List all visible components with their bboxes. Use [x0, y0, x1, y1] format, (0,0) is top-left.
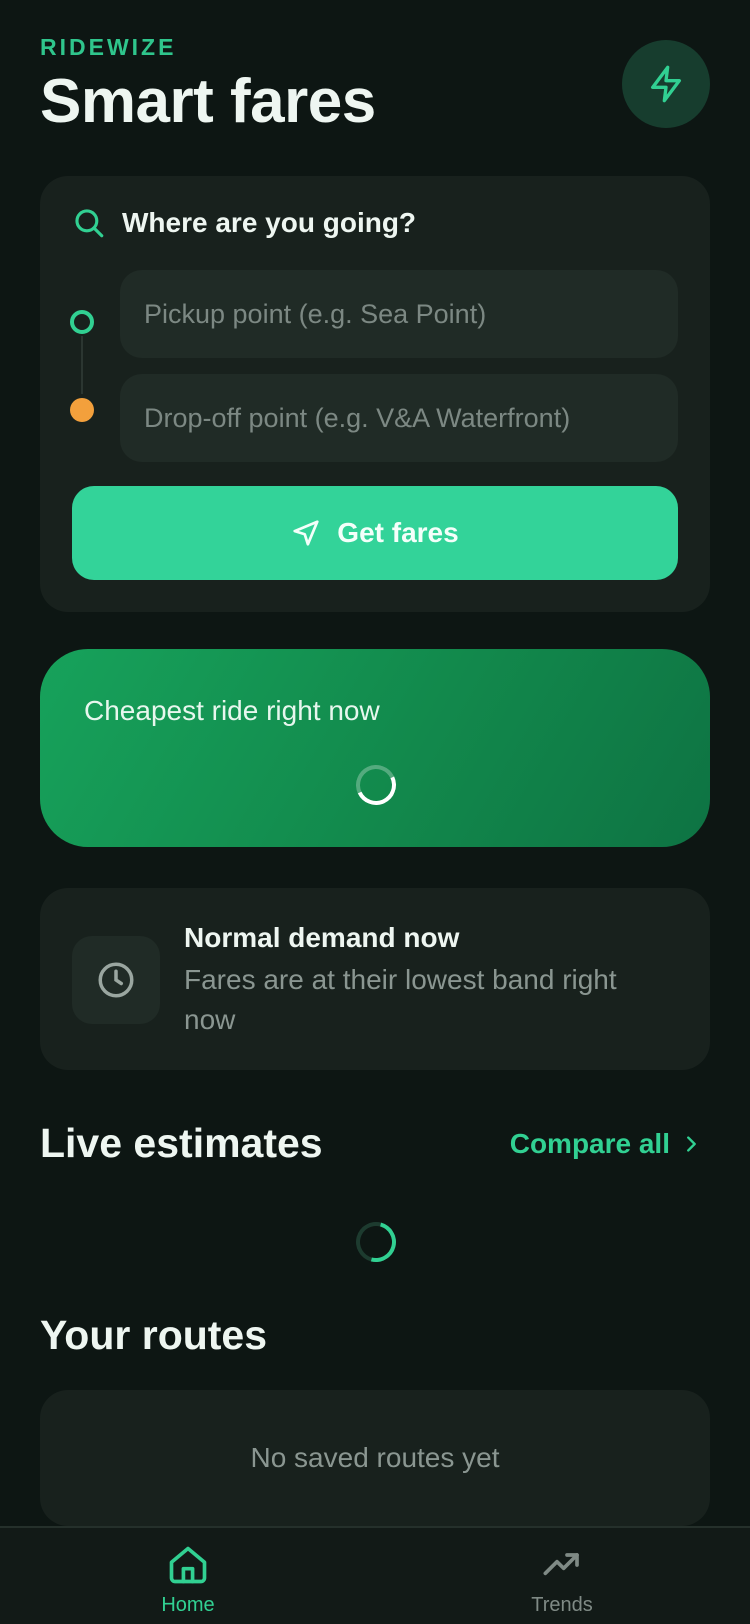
lightning-bolt-icon — [651, 65, 681, 103]
nav-item-trends[interactable]: Trends — [482, 1528, 642, 1624]
chevron-right-icon — [680, 1133, 702, 1155]
live-estimates-heading: Live estimates — [40, 1120, 323, 1166]
search-icon — [75, 209, 104, 238]
page-title: Smart fares — [40, 67, 376, 136]
cheapest-ride-label: Cheapest ride right now — [84, 695, 380, 726]
pickup-marker-icon — [70, 310, 94, 334]
search-heading-row: Where are you going? — [72, 206, 416, 240]
nav-trends-label: Trends — [531, 1594, 593, 1616]
dropoff-marker-icon — [70, 398, 94, 422]
navigation-arrow-icon — [293, 520, 319, 546]
nav-item-home[interactable]: Home — [108, 1528, 268, 1624]
demand-subtitle: Fares are at their lowest band right now — [184, 964, 617, 1035]
estimates-loading-spinner — [348, 1214, 404, 1270]
home-icon — [166, 1542, 210, 1588]
quick-action-button[interactable] — [622, 40, 710, 128]
brand-name: RIDEWIZE — [40, 34, 177, 60]
demand-title: Normal demand now — [184, 922, 460, 953]
bottom-nav: Home Trends — [0, 1526, 750, 1624]
search-card: Where are you going? Get fares — [40, 176, 710, 612]
nav-home-label: Home — [161, 1594, 215, 1616]
get-fares-label: Get fares — [337, 517, 459, 548]
search-heading: Where are you going? — [122, 207, 417, 238]
pickup-input[interactable] — [120, 270, 678, 358]
get-fares-button[interactable]: Get fares — [72, 486, 678, 580]
clock-icon-tile — [72, 936, 160, 1024]
dropoff-input[interactable] — [120, 374, 678, 462]
compare-all-label: Compare all — [509, 1128, 670, 1159]
demand-status-card: Normal demand now Fares are at their low… — [40, 888, 710, 1070]
route-connector — [81, 336, 83, 394]
app-screen: RIDEWIZE Smart fares Where are you going… — [0, 0, 750, 1624]
loading-spinner — [350, 759, 402, 811]
compare-all-link[interactable]: Compare all — [510, 1128, 702, 1160]
cheapest-ride-card[interactable]: Cheapest ride right now — [40, 649, 710, 847]
your-routes-heading: Your routes — [40, 1312, 268, 1358]
trending-up-icon — [538, 1542, 586, 1588]
clock-icon — [98, 962, 134, 998]
empty-routes-text: No saved routes yet — [250, 1442, 500, 1473]
saved-routes-card: No saved routes yet — [40, 1390, 710, 1526]
